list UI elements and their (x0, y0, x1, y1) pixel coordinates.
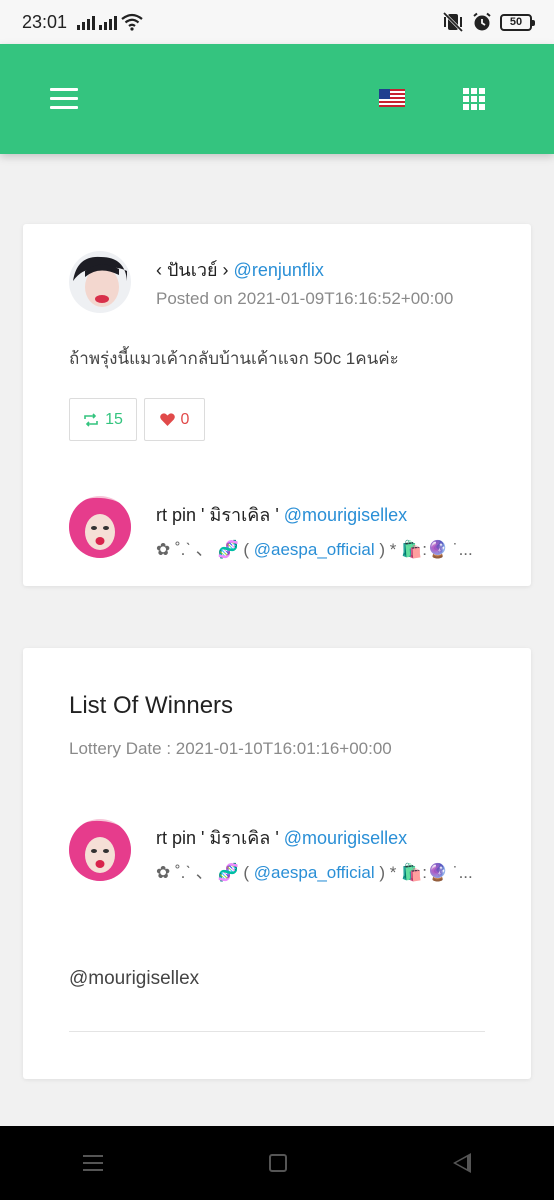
wifi-icon (121, 13, 143, 31)
vibrate-off-icon (442, 12, 464, 32)
winner-line: rt pin ' มิราเคิล ' @mourigisellex (156, 823, 407, 852)
heart-icon (159, 413, 175, 426)
winner-bio: ✿ ˚.ˋ 、 🧬 ( @aespa_official ) * 🛍️:🔮 ˙..… (156, 858, 491, 883)
us-flag-icon[interactable] (379, 89, 405, 107)
winner-avatar[interactable] (69, 819, 131, 881)
post-text: ถ้าพรุ่งนี้แมวเค้ากลับบ้านเค้าแจก 50c 1ค… (69, 349, 399, 368)
participant-bio-tag[interactable]: @aespa_official (254, 540, 375, 559)
winner-text: @mourigisellex (69, 968, 200, 989)
participant-bio-suffix: ) * 🛍️:🔮 ˙... (379, 540, 473, 559)
alarm-icon (473, 12, 491, 31)
home-icon[interactable] (269, 1154, 287, 1172)
recent-apps-icon[interactable] (83, 1155, 103, 1171)
grid-icon[interactable] (463, 88, 485, 110)
participant-bio-prefix: ✿ ˚.ˋ 、 🧬 ( (156, 540, 250, 559)
signal-icon (77, 14, 96, 30)
hamburger-icon[interactable] (50, 88, 78, 110)
divider (69, 1031, 485, 1032)
author-handle-link[interactable]: @renjunflix (234, 260, 324, 280)
post-date: Posted on 2021-01-09T16:16:52+00:00 (156, 289, 454, 308)
retweet-icon (84, 412, 98, 427)
retweet-button[interactable]: 15 (69, 398, 137, 441)
participant-avatar[interactable] (69, 496, 131, 558)
winners-card: List Of Winners Lottery Date : 2021-01-1… (23, 648, 531, 1079)
status-bar: 23:01 50 (0, 0, 554, 44)
winner-handle-link[interactable]: @mourigisellex (284, 828, 407, 848)
retweet-count: 15 (105, 410, 123, 428)
lottery-date: Lottery Date : 2021-01-10T16:01:16+00:00 (69, 739, 392, 758)
participant-bio: ✿ ˚.ˋ 、 🧬 ( @aespa_official ) * 🛍️:🔮 ˙..… (156, 535, 491, 560)
winner-name: rt pin ' มิราเคิล ' (156, 828, 279, 848)
participant-name: rt pin ' มิราเคิล ' (156, 505, 279, 525)
author-name: ‹ ปันเวย์ › (156, 260, 229, 280)
author-line: ‹ ปันเวย์ › @renjunflix (156, 255, 324, 284)
winner-bio-suffix: ) * 🛍️:🔮 ˙... (379, 863, 473, 882)
battery-icon: 50 (500, 13, 535, 31)
like-count: 0 (180, 410, 190, 428)
like-button[interactable]: 0 (144, 398, 205, 441)
winner-bio-tag[interactable]: @aespa_official (254, 863, 375, 882)
author-avatar[interactable] (69, 251, 131, 313)
app-bar (0, 44, 554, 154)
post-card: ‹ ปันเวย์ › @renjunflix Posted on 2021-0… (23, 224, 531, 586)
system-nav-bar (0, 1126, 554, 1200)
participant-handle-link[interactable]: @mourigisellex (284, 505, 407, 525)
winners-title: List Of Winners (69, 692, 234, 719)
back-icon[interactable] (453, 1153, 471, 1173)
status-time: 23:01 (22, 11, 68, 32)
signal-icon-2 (99, 14, 118, 30)
winner-bio-prefix: ✿ ˚.ˋ 、 🧬 ( (156, 863, 250, 882)
participant-line: rt pin ' มิราเคิล ' @mourigisellex (156, 500, 407, 529)
